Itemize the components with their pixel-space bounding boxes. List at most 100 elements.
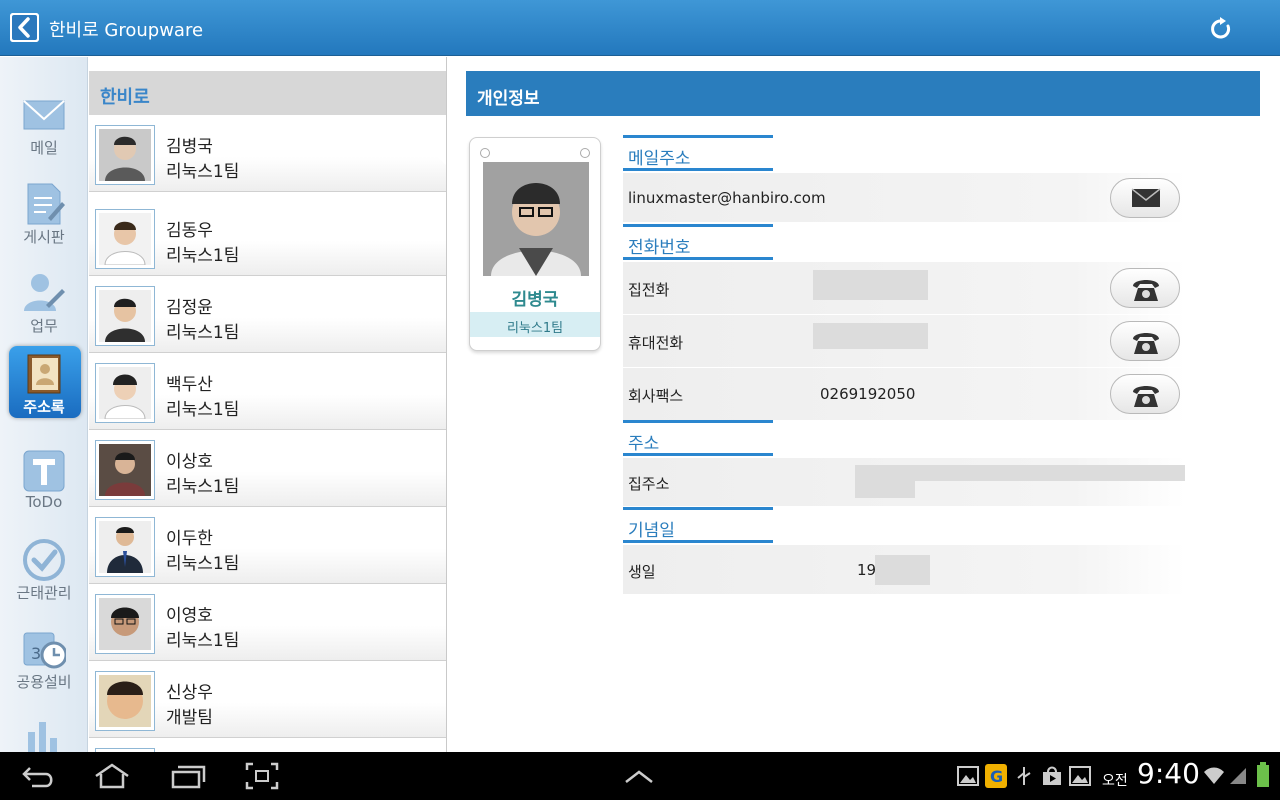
contact-team: 리눅스1팀 [166, 400, 240, 420]
rail-item-todo[interactable]: ToDo [0, 443, 87, 531]
rail-item-task[interactable]: 업무 [0, 265, 87, 353]
contact-name: 이영호 [166, 606, 213, 626]
contact-row[interactable]: 신상우 개발팀 [89, 661, 446, 738]
anniversary-section-label: 기념일 [623, 507, 773, 543]
email-value[interactable]: linuxmaster@hanbiro.com [628, 189, 826, 207]
call-button[interactable] [1110, 268, 1180, 308]
image-notification-icon[interactable] [1069, 766, 1091, 786]
phone-label: 집전화 [628, 281, 670, 299]
profile-card: 김병국 리눅스1팀 [469, 137, 601, 351]
phone-icon [1133, 280, 1159, 301]
rail-item-label: ToDo [25, 493, 63, 511]
contact-row[interactable] [89, 738, 446, 752]
rail-item-board[interactable]: 게시판 [0, 176, 87, 264]
rail-item-mail[interactable]: 메일 [0, 87, 87, 175]
rail-item-label: 근태관리 [16, 584, 72, 602]
rail-item-stats[interactable] [0, 710, 87, 752]
call-button[interactable] [1110, 374, 1180, 414]
rail-item-facilities[interactable]: 3 공용설비 [0, 621, 87, 709]
birthday-row: 생일 19 [623, 545, 1185, 595]
birthday-label: 생일 [628, 563, 656, 581]
send-mail-button[interactable] [1110, 178, 1180, 218]
back-nav-icon[interactable] [20, 762, 56, 790]
bar-chart-icon [28, 722, 57, 752]
system-bar: G 오전 9:40 [0, 752, 1280, 800]
attendance-icon [23, 539, 65, 581]
rail-item-label: 게시판 [23, 228, 65, 246]
contact-photo [95, 671, 155, 731]
task-icon [24, 274, 65, 311]
redacted-value [813, 270, 928, 300]
rail-item-label: 공용설비 [16, 673, 72, 691]
birthday-value: 19 [857, 561, 877, 579]
redacted-value [875, 555, 930, 585]
clock-ampm: 오전 [1102, 773, 1128, 789]
phone-label: 회사팩스 [628, 387, 684, 405]
rail-item-label: 메일 [30, 139, 58, 157]
card-name: 김병국 [511, 290, 559, 310]
address-book-icon [27, 354, 61, 394]
card-team: 리눅스1팀 [470, 312, 600, 337]
contact-photo [95, 209, 155, 269]
group-header[interactable]: 한비로 [89, 71, 446, 115]
contact-photo [95, 286, 155, 346]
contact-row[interactable]: 이상호 리눅스1팀 [89, 430, 446, 507]
refresh-button[interactable] [1206, 14, 1236, 44]
contact-row[interactable]: 이영호 리눅스1팀 [89, 584, 446, 661]
gallery-notification-icon[interactable] [957, 766, 979, 786]
contact-team: 개발팀 [166, 708, 213, 728]
store-notification-icon[interactable] [1041, 765, 1063, 787]
contact-row[interactable]: 김병국 리눅스1팀 [89, 115, 446, 192]
recent-apps-icon[interactable] [170, 762, 206, 790]
avatar [99, 290, 151, 342]
back-button[interactable] [10, 13, 39, 42]
section-title: 개인정보 [466, 71, 1260, 116]
address-section-label: 주소 [623, 420, 773, 456]
svg-text:G: G [990, 767, 1003, 786]
contact-row[interactable]: 김동우 리눅스1팀 [89, 199, 446, 276]
phone-section-label: 전화번호 [623, 224, 773, 260]
address-row: 집주소 [623, 458, 1185, 507]
call-button[interactable] [1110, 321, 1180, 361]
contact-name: 김정윤 [166, 298, 213, 318]
contact-row[interactable]: 백두산 리눅스1팀 [89, 353, 446, 430]
detail-panel: 개인정보 김병국 리눅스1팀 메일주소 linuxmaster@hanbiro.… [448, 57, 1280, 752]
screenshot-icon[interactable] [245, 762, 279, 790]
contact-name: 이상호 [166, 452, 213, 472]
phone-row-mobile: 휴대전화 [623, 315, 1185, 368]
phone-row-fax: 회사팩스 0269192050 [623, 368, 1185, 421]
redacted-value [855, 465, 1185, 481]
card-hole [580, 148, 590, 158]
rail-item-address-book[interactable]: 주소록 [0, 344, 87, 432]
rail-item-label: 주소록 [23, 398, 65, 416]
avatar [99, 521, 151, 573]
phone-label: 휴대전화 [628, 334, 684, 352]
avatar [99, 598, 151, 650]
calendar-clock-icon: 3 [23, 632, 66, 669]
email-section-label: 메일주소 [623, 135, 773, 171]
phone-icon [1133, 386, 1159, 407]
wifi-icon [1204, 767, 1224, 784]
refresh-icon [1211, 17, 1231, 39]
svg-text:3: 3 [31, 644, 41, 663]
contact-row[interactable]: 김정윤 리눅스1팀 [89, 276, 446, 353]
rail-item-label: 업무 [30, 317, 58, 335]
contact-row[interactable]: 이두한 리눅스1팀 [89, 507, 446, 584]
envelope-icon [1131, 188, 1161, 207]
redacted-value [855, 481, 915, 498]
contact-team: 리눅스1팀 [166, 162, 240, 182]
contact-name: 백두산 [166, 375, 213, 395]
avatar [99, 129, 151, 181]
chevron-up-icon[interactable] [622, 762, 656, 790]
mail-icon [23, 100, 65, 130]
rail-item-attendance[interactable]: 근태관리 [0, 532, 87, 620]
contact-name: 이두한 [166, 529, 213, 549]
email-row: linuxmaster@hanbiro.com [623, 173, 1185, 223]
contact-name: 김동우 [166, 221, 213, 241]
contact-list-panel: 한비로 김병국 리눅스1팀 김동우 리눅스1팀 김정윤 리눅스1팀 백두산 리눅… [89, 57, 447, 752]
usb-icon[interactable] [1013, 765, 1035, 787]
card-hole [480, 148, 490, 158]
profile-photo [483, 162, 589, 276]
home-nav-icon[interactable] [92, 762, 132, 790]
app-g-notification-icon[interactable]: G [985, 764, 1007, 788]
